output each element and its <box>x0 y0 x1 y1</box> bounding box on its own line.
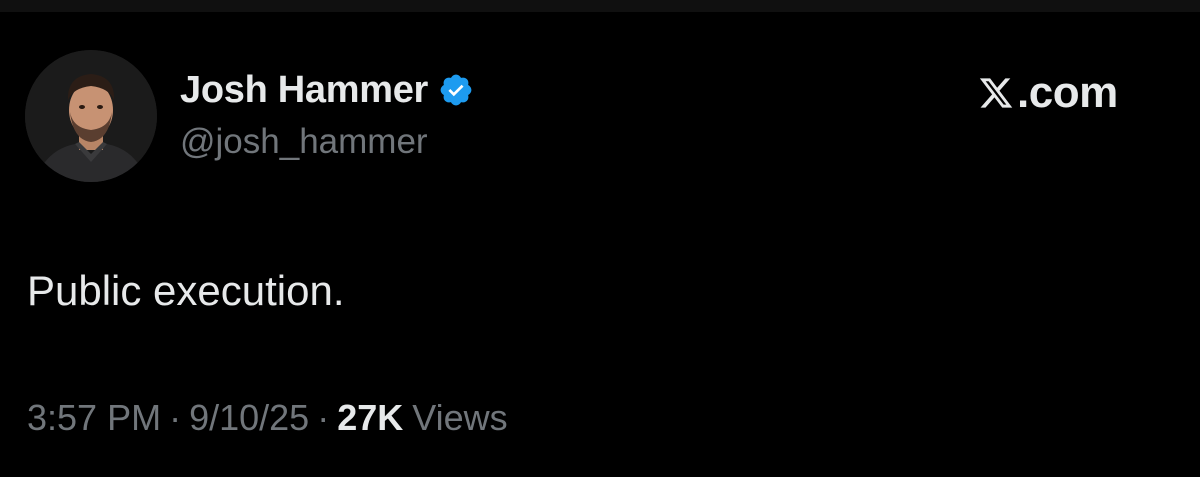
meta-separator: · <box>317 397 330 438</box>
tweet-date[interactable]: 9/10/25 <box>189 397 309 439</box>
verified-badge-icon[interactable] <box>438 72 474 108</box>
brand-logo: .com <box>978 68 1118 118</box>
avatar[interactable] <box>25 50 157 182</box>
x-logo-icon <box>979 78 1013 108</box>
views-count: 27K <box>337 397 404 438</box>
tweet-text: Public execution. <box>27 267 345 314</box>
meta-separator: · <box>169 397 182 438</box>
tweet-time[interactable]: 3:57 PM <box>27 397 161 439</box>
views-label: Views <box>412 397 508 438</box>
tweet-card[interactable]: Josh Hammer @josh_hammer .com Public exe… <box>0 12 1200 477</box>
avatar-image <box>25 50 157 182</box>
author-handle[interactable]: @josh_hammer <box>180 122 428 162</box>
author-name-row[interactable]: Josh Hammer <box>180 67 474 113</box>
brand-domain-text: .com <box>1017 68 1118 117</box>
top-strip <box>0 0 1200 12</box>
author-display-name[interactable]: Josh Hammer <box>180 69 428 112</box>
tweet-meta: 3:57 PM · 9/10/25 · 27K Views <box>27 397 508 439</box>
